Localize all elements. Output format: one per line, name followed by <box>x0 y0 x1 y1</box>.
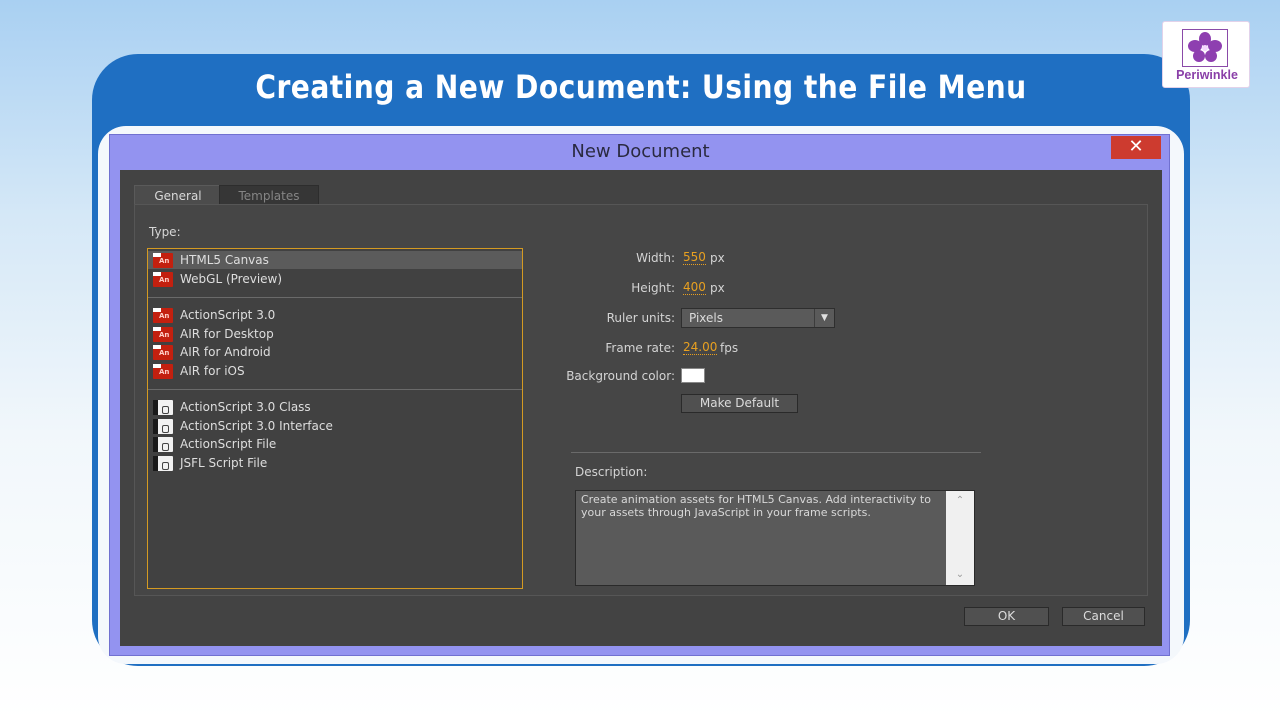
type-item-label: AIR for Desktop <box>180 327 274 341</box>
divider <box>571 452 981 453</box>
height-field[interactable]: 400 <box>683 280 706 295</box>
divider <box>148 297 522 298</box>
height-label: Height: <box>631 281 675 295</box>
dialog-title: New Document <box>571 141 710 162</box>
frame-rate-field[interactable]: 24.00 <box>683 340 718 355</box>
type-item-label: JSFL Script File <box>180 456 268 470</box>
type-list: HTML5 Canvas WebGL (Preview) ActionScrip… <box>147 248 523 589</box>
flower-icon <box>1182 29 1228 67</box>
type-label: Type: <box>149 225 181 239</box>
animate-doc-icon <box>153 308 173 323</box>
cancel-button[interactable]: Cancel <box>1062 607 1145 626</box>
slide-title: Creating a New Document: Using the File … <box>255 68 1027 106</box>
close-button[interactable]: ✕ <box>1111 136 1161 159</box>
type-item-air-ios[interactable]: AIR for iOS <box>148 362 522 380</box>
background-color-label: Background color: <box>566 369 675 383</box>
description-scrollbar[interactable]: ⌃ ⌄ <box>946 491 974 585</box>
animate-doc-icon <box>153 327 173 342</box>
background-color-swatch[interactable] <box>681 368 705 383</box>
type-item-html5-canvas[interactable]: HTML5 Canvas <box>148 251 522 269</box>
type-item-label: ActionScript File <box>180 437 277 451</box>
width-unit: px <box>710 251 725 265</box>
general-panel: Type: HTML5 Canvas WebGL (Preview) Actio… <box>134 204 1148 596</box>
type-item-label: ActionScript 3.0 Interface <box>180 419 333 433</box>
frame-rate-label: Frame rate: <box>605 341 675 355</box>
frame-rate-unit: fps <box>720 341 739 355</box>
type-item-air-android[interactable]: AIR for Android <box>148 343 522 361</box>
type-item-label: ActionScript 3.0 <box>180 308 276 322</box>
description-label: Description: <box>575 465 648 479</box>
script-file-icon <box>153 437 173 452</box>
periwinkle-logo: Periwinkle <box>1162 21 1250 88</box>
logo-text: Periwinkle <box>1176 68 1238 82</box>
type-item-as3-interface[interactable]: ActionScript 3.0 Interface <box>148 417 522 435</box>
animate-doc-icon <box>153 272 173 287</box>
ruler-units-value: Pixels <box>689 311 724 325</box>
description-text: Create animation assets for HTML5 Canvas… <box>581 493 931 519</box>
type-item-label: AIR for iOS <box>180 364 245 378</box>
type-item-actionscript-3[interactable]: ActionScript 3.0 <box>148 306 522 324</box>
type-item-jsfl-script[interactable]: JSFL Script File <box>148 454 522 472</box>
type-item-actionscript-file[interactable]: ActionScript File <box>148 435 522 453</box>
type-item-label: HTML5 Canvas <box>180 253 269 267</box>
type-item-label: WebGL (Preview) <box>180 272 283 286</box>
close-icon: ✕ <box>1128 136 1144 157</box>
tab-general[interactable]: General <box>134 185 222 205</box>
type-item-as3-class[interactable]: ActionScript 3.0 Class <box>148 398 522 416</box>
chevron-up-icon[interactable]: ⌃ <box>946 493 974 509</box>
type-item-webgl[interactable]: WebGL (Preview) <box>148 270 522 288</box>
animate-doc-icon <box>153 253 173 268</box>
type-item-air-desktop[interactable]: AIR for Desktop <box>148 325 522 343</box>
dialog-body: General Templates Type: HTML5 Canvas Web… <box>120 170 1162 646</box>
width-label: Width: <box>636 251 675 265</box>
type-item-label: ActionScript 3.0 Class <box>180 400 311 414</box>
width-field[interactable]: 550 <box>683 250 706 265</box>
type-item-label: AIR for Android <box>180 345 271 359</box>
animate-doc-icon <box>153 364 173 379</box>
make-default-button[interactable]: Make Default <box>681 394 798 413</box>
script-file-icon <box>153 456 173 471</box>
description-box: Create animation assets for HTML5 Canvas… <box>575 490 975 586</box>
height-unit: px <box>710 281 725 295</box>
ruler-units-dropdown[interactable]: Pixels ▼ <box>681 308 835 328</box>
ruler-units-label: Ruler units: <box>606 311 675 325</box>
chevron-down-icon: ▼ <box>814 309 834 327</box>
chevron-down-icon[interactable]: ⌄ <box>946 567 974 583</box>
script-file-icon <box>153 400 173 415</box>
animate-doc-icon <box>153 345 173 360</box>
tab-templates[interactable]: Templates <box>219 185 319 205</box>
script-file-icon <box>153 419 173 434</box>
ok-button[interactable]: OK <box>964 607 1049 626</box>
new-document-dialog: New Document ✕ General Templates Type: H… <box>109 134 1170 656</box>
divider <box>148 389 522 390</box>
